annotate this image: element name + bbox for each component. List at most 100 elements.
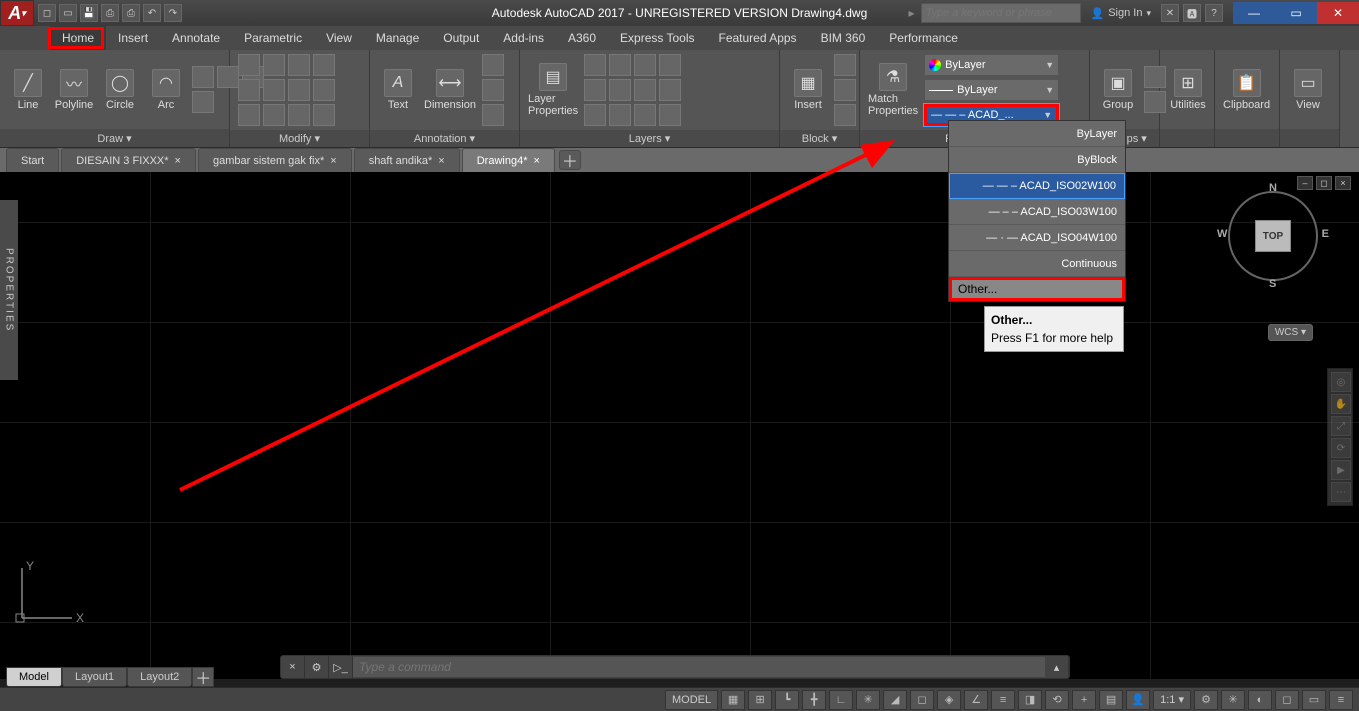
add-layout-button[interactable]: ＋: [192, 667, 214, 687]
steering-wheel-icon[interactable]: ◎: [1331, 372, 1351, 392]
showmotion-icon[interactable]: ▶: [1331, 460, 1351, 480]
transparency-icon[interactable]: ◨: [1018, 690, 1042, 710]
linetype-bylayer[interactable]: ByLayer: [949, 121, 1125, 147]
tab-performance[interactable]: Performance: [877, 26, 970, 50]
viewcube-n[interactable]: N: [1269, 182, 1277, 194]
dynamic-input-icon[interactable]: ╋: [802, 690, 826, 710]
array-icon[interactable]: [288, 104, 310, 126]
doc-tab-3[interactable]: shaft andika*×: [354, 148, 460, 172]
isodraft-icon[interactable]: ◢: [883, 690, 907, 710]
layer-color-icon[interactable]: [659, 54, 681, 76]
text-button[interactable]: AText: [378, 69, 418, 111]
arc-button[interactable]: ◠Arc: [146, 69, 186, 111]
wcs-badge[interactable]: WCS ▾: [1268, 324, 1313, 341]
polar-icon[interactable]: ✳: [856, 690, 880, 710]
lwdisplay-icon[interactable]: ≡: [991, 690, 1015, 710]
doc-tab-4[interactable]: Drawing4*×: [462, 148, 555, 172]
offset-icon[interactable]: [313, 104, 335, 126]
linetype-iso02[interactable]: — — – ACAD_ISO02W100: [949, 173, 1125, 199]
view-button[interactable]: ▭View: [1288, 69, 1328, 111]
drawing-area[interactable]: – ◻ × YX TOP N S W E WCS ▾ ◎ ✋ ⤢ ⟳ ▶ ⋯: [0, 172, 1359, 679]
exchange-icon[interactable]: ✕: [1161, 4, 1179, 22]
qat-undo-icon[interactable]: ↶: [143, 4, 161, 22]
viewcube-s[interactable]: S: [1269, 278, 1276, 290]
fillet-icon[interactable]: [288, 79, 310, 101]
linetype-iso03[interactable]: — – – ACAD_ISO03W100: [949, 199, 1125, 225]
doc-tab-start[interactable]: Start: [6, 148, 59, 172]
signin-button[interactable]: 👤Sign In▾: [1085, 7, 1157, 20]
ortho-icon[interactable]: ∟: [829, 690, 853, 710]
new-doc-tab-button[interactable]: ＋: [559, 150, 581, 170]
linetype-byblock[interactable]: ByBlock: [949, 147, 1125, 173]
viewcube[interactable]: TOP N S W E: [1223, 186, 1323, 286]
app-logo[interactable]: A▾: [0, 0, 34, 26]
match-properties-button[interactable]: ⚗MatchProperties: [868, 63, 918, 117]
panel-draw-title[interactable]: Draw ▾: [0, 129, 229, 147]
insert-button[interactable]: ▦Insert: [788, 69, 828, 111]
leader-icon[interactable]: [482, 54, 504, 76]
layout-model[interactable]: Model: [6, 667, 62, 687]
tab-bim360[interactable]: BIM 360: [809, 26, 878, 50]
cmd-close-icon[interactable]: ×: [281, 656, 305, 678]
layer-uniso-icon[interactable]: [609, 79, 631, 101]
linetype-other[interactable]: Other...: [949, 277, 1125, 301]
polyline-button[interactable]: 〰Polyline: [54, 69, 94, 111]
command-input[interactable]: [353, 657, 1045, 677]
tab-featuredapps[interactable]: Featured Apps: [707, 26, 809, 50]
cmd-expand-icon[interactable]: ▴: [1045, 656, 1069, 678]
layer-on-icon[interactable]: [584, 54, 606, 76]
copy-icon[interactable]: [238, 79, 260, 101]
mtext-icon[interactable]: [482, 104, 504, 126]
properties-palette-collapsed[interactable]: PROPERTIES: [0, 200, 18, 380]
edit-block-icon[interactable]: [834, 79, 856, 101]
nav-more-icon[interactable]: ⋯: [1331, 482, 1351, 502]
explode-icon[interactable]: [313, 79, 335, 101]
viewcube-e[interactable]: E: [1322, 228, 1329, 240]
panel-layers-title[interactable]: Layers ▾: [520, 130, 779, 147]
edit-attr-icon[interactable]: [834, 104, 856, 126]
status-model[interactable]: MODEL: [665, 690, 718, 710]
qat-redo-icon[interactable]: ↷: [164, 4, 182, 22]
3dosnap-icon[interactable]: ◈: [937, 690, 961, 710]
customization-icon[interactable]: ≡: [1329, 690, 1353, 710]
layer-match-icon[interactable]: [609, 104, 631, 126]
lineweight-dropdown[interactable]: ByLayer▼: [924, 79, 1059, 101]
mirror-icon[interactable]: [263, 79, 285, 101]
layer-make-icon[interactable]: [584, 104, 606, 126]
tab-output[interactable]: Output: [431, 26, 491, 50]
group-button[interactable]: ▣Group: [1098, 69, 1138, 111]
layer-iso-icon[interactable]: [584, 79, 606, 101]
layer-freeze-icon[interactable]: [609, 54, 631, 76]
trim-icon[interactable]: [288, 54, 310, 76]
erase-icon[interactable]: [313, 54, 335, 76]
rotate-icon[interactable]: [263, 54, 285, 76]
selection-cycling-icon[interactable]: ⟲: [1045, 690, 1069, 710]
layer-properties-button[interactable]: ▤LayerProperties: [528, 63, 578, 117]
tab-insert[interactable]: Insert: [106, 26, 160, 50]
clean-screen-icon[interactable]: ▭: [1302, 690, 1326, 710]
tab-view[interactable]: View: [314, 26, 364, 50]
osnap-icon[interactable]: ◻: [910, 690, 934, 710]
linetype-iso04[interactable]: — · — ACAD_ISO04W100: [949, 225, 1125, 251]
layout-2[interactable]: Layout2: [127, 667, 192, 687]
anno-visibility-icon[interactable]: ✳: [1221, 690, 1245, 710]
maximize-button[interactable]: ▭: [1275, 2, 1317, 24]
annotation-monitor-icon[interactable]: +: [1072, 690, 1096, 710]
otrack-icon[interactable]: ∠: [964, 690, 988, 710]
linetype-continuous[interactable]: Continuous: [949, 251, 1125, 277]
hardware-accel-icon[interactable]: ◐: [1248, 690, 1272, 710]
layer-off-icon[interactable]: [634, 79, 656, 101]
autodesk-app-icon[interactable]: 🅰: [1183, 4, 1201, 22]
search-input[interactable]: [921, 3, 1081, 23]
tab-manage[interactable]: Manage: [364, 26, 431, 50]
snap-toggle-icon[interactable]: ⊞: [748, 690, 772, 710]
viewcube-w[interactable]: W: [1217, 228, 1227, 240]
tab-a360[interactable]: A360: [556, 26, 608, 50]
orbit-icon[interactable]: ⟳: [1331, 438, 1351, 458]
draw-mini-4[interactable]: [192, 91, 214, 113]
pan-icon[interactable]: ✋: [1331, 394, 1351, 414]
tab-annotate[interactable]: Annotate: [160, 26, 232, 50]
layer-prev-icon[interactable]: [634, 104, 656, 126]
qat-new-icon[interactable]: ◻: [38, 4, 56, 22]
close-tab-icon[interactable]: ×: [175, 155, 181, 167]
